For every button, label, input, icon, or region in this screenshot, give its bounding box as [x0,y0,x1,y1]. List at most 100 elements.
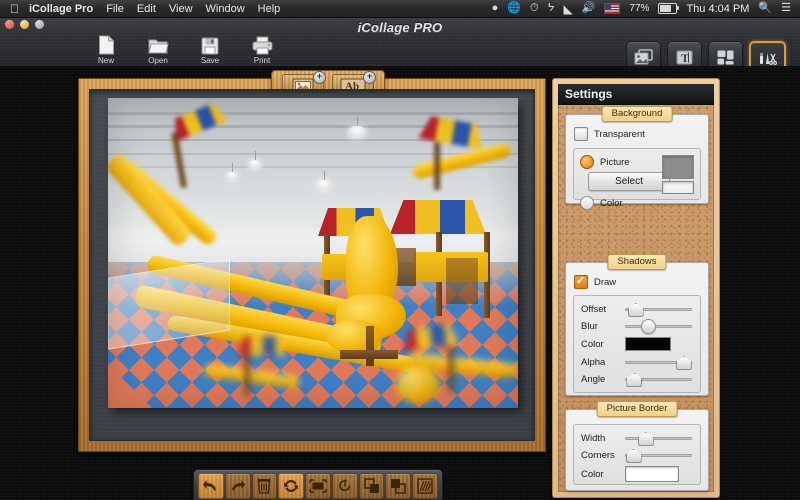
new-button[interactable]: New [88,35,124,65]
undo-arrow-icon [202,479,219,493]
new-document-icon [98,35,115,55]
volume-icon[interactable]: 🔊 [582,3,596,14]
transparent-row[interactable]: Transparent [574,127,708,141]
new-button-label: New [97,56,114,65]
open-button[interactable]: Open [140,35,176,65]
menu-edit[interactable]: Edit [137,3,156,15]
layout-grid-icon [716,49,735,66]
add-image-plus-badge: + [313,70,326,84]
shadow-offset-row: Offset [581,303,692,317]
undo-button[interactable] [198,473,224,499]
draw-shadow-checkbox[interactable] [574,274,588,289]
rotate-handle-button[interactable] [331,473,358,499]
save-button-label: Save [200,56,220,65]
us-flag-icon[interactable] [604,3,621,14]
battery-icon[interactable] [658,3,680,14]
border-color-swatch[interactable] [625,466,679,482]
shadow-angle-label: Angle [581,373,606,385]
shadows-section: Shadows Draw Offset Blur [565,254,709,396]
shadow-angle-row: Angle [581,373,692,387]
shadow-color-swatch[interactable] [625,337,671,351]
shadow-alpha-slider[interactable] [625,356,692,370]
shadow-offset-label: Offset [581,303,607,315]
spotlight-search-icon[interactable]: 🔍 [758,3,772,14]
picture-border-section-label: Picture Border [596,401,678,417]
background-section: Background Transparent Picture Select Co… [565,106,709,210]
border-width-slider[interactable] [625,432,692,446]
draw-shadow-row[interactable]: Draw [574,274,708,289]
bring-forward-button[interactable] [358,473,385,499]
settings-title: Settings [558,84,714,105]
print-button[interactable]: Print [244,35,280,65]
app-window: iCollage PRO New Open Save Print T + Ab … [0,17,800,500]
picture-border-controls-group: Width Corners Color [573,424,701,485]
border-width-label: Width [581,432,606,444]
fit-frame-button[interactable] [305,473,331,499]
window-titlebar: iCollage PRO New Open Save Print T [0,17,800,75]
stacked-photos-icon [634,49,653,65]
battery-percent: 77% [629,3,650,14]
color-row[interactable]: Color [580,196,700,210]
border-color-label: Color [581,468,604,480]
redo-button[interactable] [224,473,251,499]
tools-pencil-scissors-icon [758,50,777,66]
notification-center-icon[interactable]: ☰ [781,3,791,14]
effects-button[interactable] [412,473,439,499]
border-corners-label: Corners [581,449,615,461]
app-root:  iCollage Pro File Edit View Window Hel… [0,0,800,500]
dropbox-icon[interactable]: ● [492,3,499,14]
menu-clock[interactable]: Thu 4:04 PM [686,3,749,15]
add-text-plus-badge: + [363,70,376,84]
edit-toolbar [193,469,443,500]
shadow-controls-group: Offset Blur Color Alpha Angle [573,295,701,393]
color-label: Color [600,197,623,209]
svg-text:T: T [681,51,689,65]
transparent-label: Transparent [594,128,645,140]
refresh-rotate-icon [283,478,299,494]
trash-can-icon [257,478,271,494]
collage-photo[interactable] [108,98,518,408]
select-picture-button[interactable]: Select [588,172,670,191]
shadow-offset-slider[interactable] [625,303,692,317]
menu-bar:  iCollage Pro File Edit View Window Hel… [0,0,800,18]
menu-view[interactable]: View [169,3,193,15]
menu-app-name[interactable]: iCollage Pro [29,3,93,15]
border-corners-slider[interactable] [625,449,692,463]
border-corners-row: Corners [581,449,692,463]
bluetooth-icon[interactable]: ᔭ [548,3,555,14]
shadow-alpha-row: Alpha [581,356,692,370]
globe-icon[interactable]: 🌐 [507,3,521,14]
texture-effects-icon [417,478,433,494]
shadows-section-label: Shadows [607,254,667,270]
transparent-checkbox[interactable] [574,127,588,141]
background-color-swatch[interactable] [662,181,694,194]
shadow-color-label: Color [581,338,604,350]
shadow-alpha-label: Alpha [581,356,606,368]
menu-help[interactable]: Help [258,3,281,15]
file-toolbar: New Open Save Print [88,35,280,65]
draw-shadow-label: Draw [594,276,617,288]
wifi-icon[interactable]: ◣ [563,3,572,15]
frame-select-icon [309,479,327,493]
text-tool-icon: T [675,49,694,66]
open-folder-icon [147,35,169,55]
save-button[interactable]: Save [192,35,228,65]
canvas-surface[interactable] [89,89,535,441]
rotate-button[interactable] [278,473,305,499]
picture-preview-swatch[interactable] [662,155,694,179]
menu-status-area: ● 🌐 ⏱ ᔭ ◣ 🔊 77% Thu 4:04 PM 🔍 ☰ [492,3,791,15]
menu-window[interactable]: Window [206,3,245,15]
shadow-angle-slider[interactable] [625,373,692,387]
clock-history-icon[interactable]: ⏱ [530,3,539,14]
send-backward-icon [390,478,407,494]
shadow-color-row: Color [581,337,692,351]
picture-radio[interactable] [580,155,594,169]
apple-logo-icon[interactable]:  [10,3,19,15]
menu-file[interactable]: File [106,3,124,15]
border-color-row: Color [581,466,692,482]
send-backward-button[interactable] [385,473,412,499]
printer-icon [252,35,273,55]
color-radio[interactable] [580,196,594,210]
shadow-blur-slider[interactable] [625,319,692,334]
delete-button[interactable] [251,473,278,499]
